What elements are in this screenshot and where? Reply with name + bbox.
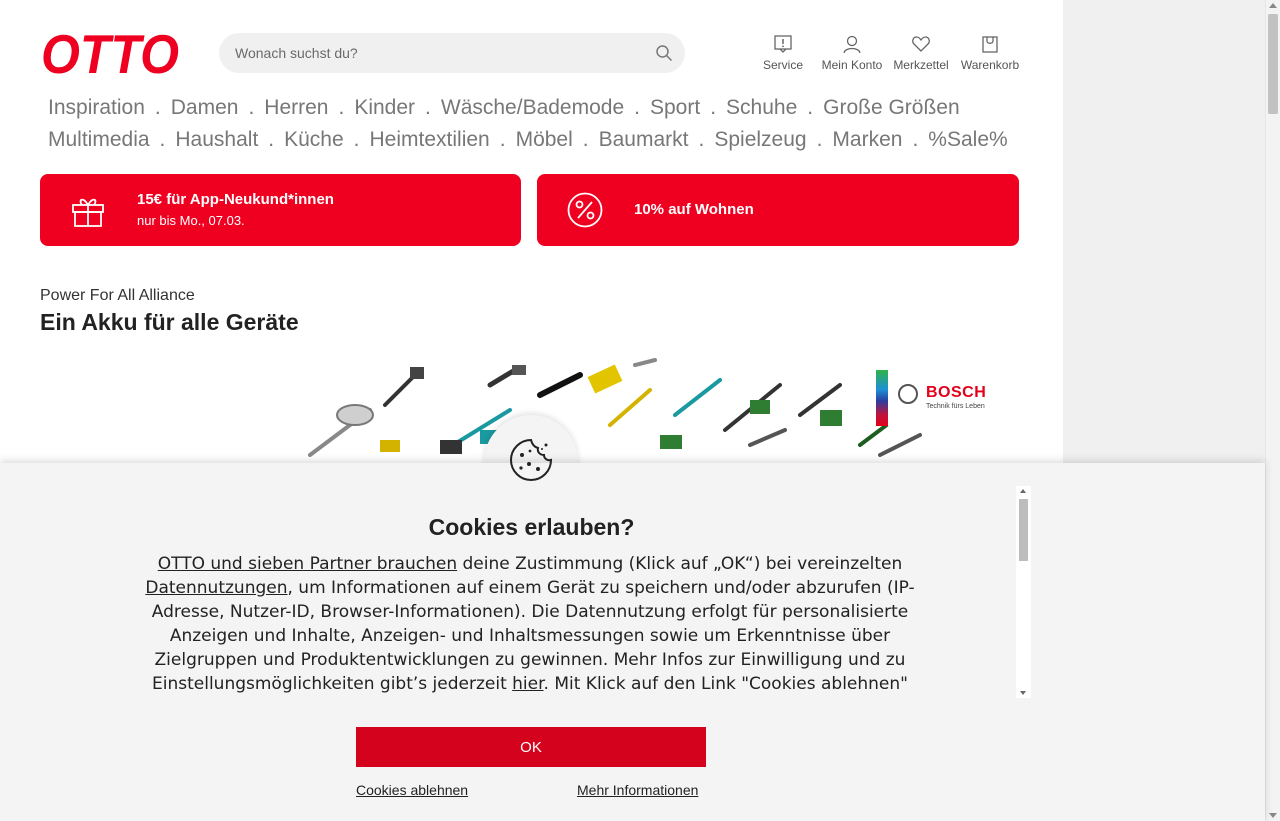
user-icon [843,35,861,54]
search-bar[interactable] [219,33,685,73]
nav-item-inspiration[interactable]: Inspiration [48,92,145,124]
nav-item-marken[interactable]: Marken [832,124,902,156]
nav-separator: . [912,128,919,151]
page-scrollbar[interactable] [1265,0,1280,821]
nav-item-spielzeug[interactable]: Spielzeug [714,124,806,156]
nav-separator: . [816,128,823,151]
promo-subtitle: nur bis Mo., 07.03. [137,213,245,228]
nav-row-2: Multimedia. Haushalt. Küche. Heimtextilien.… [48,124,1028,156]
bosch-ring-icon [898,384,918,404]
header-service[interactable]: Service [760,34,806,72]
nav-row-1: Inspiration. Damen. Herren. Kinder. Wäsche/B… [48,92,1028,124]
nav-item-baumarkt[interactable]: Baumarkt [599,124,689,156]
nav-item-kueche[interactable]: Küche [284,124,344,156]
header-cart[interactable]: Warenkorb [958,34,1022,72]
cart-label: Warenkorb [960,58,1020,72]
cookie-hier-link[interactable]: hier [512,674,543,694]
percent-icon [567,192,603,228]
cookie-ok-button[interactable]: OK [356,727,706,767]
nav-item-haushalt[interactable]: Haushalt [175,124,258,156]
logo-text: OTTO [41,28,179,78]
heart-icon [912,36,930,52]
nav-item-kinder[interactable]: Kinder [354,92,415,124]
cookie-scroll-up-arrow[interactable] [1020,489,1026,493]
nav-item-sale[interactable]: %Sale% [928,124,1007,156]
cookie-text: OTTO und sieben Partner brauchen deine Z… [130,552,930,694]
nav-separator: . [710,96,717,119]
header-wishlist[interactable]: Merkzettel [889,34,953,72]
nav-separator: . [154,96,161,119]
search-input[interactable] [235,33,635,73]
wishlist-label: Merkzettel [893,58,949,72]
promo-wohnen[interactable]: 10% auf Wohnen [537,174,1019,246]
teaser-headline[interactable]: Ein Akku für alle Geräte [40,309,299,336]
cart-icon [982,36,998,53]
nav-separator: . [698,128,705,151]
bosch-logo: BOSCH Technik fürs Leben [876,370,996,426]
nav-separator: . [338,96,345,119]
cookie-reject-link[interactable]: Cookies ablehnen [356,782,468,798]
nav-item-multimedia[interactable]: Multimedia [48,124,150,156]
service-icon [774,35,792,53]
header-account[interactable]: Mein Konto [818,34,886,72]
nav-separator: . [248,96,255,119]
cookie-scroll-down-arrow[interactable] [1020,691,1026,695]
nav-separator: . [582,128,589,151]
cookie-text-part: deine Zustimmung (Klick auf „OK“) bei ve… [457,554,903,574]
service-label: Service [762,58,803,72]
cookie-partners-link[interactable]: OTTO und sieben Partner brauchen [158,554,457,574]
category-nav: Inspiration. Damen. Herren. Kinder. Wäsche/B… [48,92,1028,156]
nav-item-schuhe[interactable]: Schuhe [726,92,797,124]
nav-item-moebel[interactable]: Möbel [516,124,573,156]
promo-title: 15€ für App-Neukund*innen [137,191,334,208]
nav-separator: . [268,128,275,151]
nav-separator: . [159,128,166,151]
bosch-name: BOSCH [926,384,987,401]
search-icon[interactable] [655,44,673,62]
promo-app-voucher[interactable]: 15€ für App-Neukund*innen nur bis Mo., 0… [40,174,521,246]
nav-item-waesche[interactable]: Wäsche/Bademode [441,92,624,124]
bosch-tagline: Technik fürs Leben [926,403,985,410]
nav-item-grosse-groessen[interactable]: Große Größen [823,92,960,124]
scroll-down-arrow[interactable] [1269,813,1277,818]
gift-icon [72,198,104,227]
nav-separator: . [353,128,360,151]
nav-separator: . [634,96,640,119]
nav-item-herren[interactable]: Herren [264,92,328,124]
account-label: Mein Konto [821,58,883,72]
nav-item-heimtextilien[interactable]: Heimtextilien [370,124,490,156]
nav-separator: . [499,128,506,151]
scroll-thumb[interactable] [1268,14,1278,114]
cookie-datennutzungen-link[interactable]: Datennutzungen [145,578,287,598]
nav-item-damen[interactable]: Damen [171,92,239,124]
nav-separator: . [807,96,814,119]
cookie-title: Cookies erlauben? [428,514,635,540]
scroll-up-arrow[interactable] [1269,3,1277,8]
cookie-more-info-link[interactable]: Mehr Informationen [577,782,698,798]
otto-logo[interactable]: OTTO [40,28,180,78]
promo-title: 10% auf Wohnen [634,201,754,218]
nav-item-sport[interactable]: Sport [650,92,700,124]
bosch-stripe [876,370,888,426]
nav-separator: . [425,96,431,119]
teaser-kicker: Power For All Alliance [40,287,195,304]
cookie-text-part: . Mit Klick auf den Link "Cookies ablehn… [543,674,908,694]
cookie-icon [509,438,553,482]
